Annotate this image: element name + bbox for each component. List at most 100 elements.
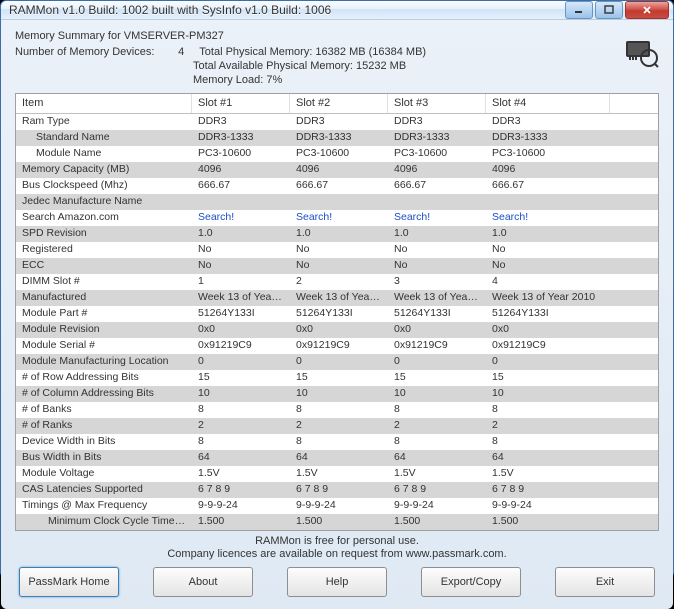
grid-body[interactable]: Ram TypeDDR3DDR3DDR3DDR3Standard NameDDR… — [16, 114, 658, 530]
export-copy-button[interactable]: Export/Copy — [421, 567, 521, 597]
row-value: 4096 — [290, 162, 388, 178]
total-physical: Total Physical Memory: 16382 MB (16384 M… — [199, 46, 426, 58]
minimize-button[interactable] — [565, 1, 593, 19]
row-value: No — [486, 242, 610, 258]
titlebar[interactable]: RAMMon v1.0 Build: 1002 built with SysIn… — [1, 1, 673, 20]
row-label: Jedec Manufacture Name — [16, 194, 192, 210]
table-row[interactable]: Module Serial #0x91219C90x91219C90x91219… — [16, 338, 658, 354]
row-value: No — [290, 242, 388, 258]
row-value: 0 — [486, 354, 610, 370]
row-value: DDR3-1333 — [192, 130, 290, 146]
table-row[interactable]: Jedec Manufacture Name — [16, 194, 658, 210]
row-value: 1.500 — [192, 514, 290, 530]
row-value: 1.0 — [486, 226, 610, 242]
row-label: Device Width in Bits — [16, 434, 192, 450]
search-link[interactable]: Search! — [290, 210, 388, 226]
search-link[interactable]: Search! — [192, 210, 290, 226]
row-value: 8 — [486, 402, 610, 418]
passmark-home-button[interactable]: PassMark Home — [19, 567, 119, 597]
close-button[interactable] — [625, 1, 669, 19]
row-value: 9-9-9-24 — [388, 498, 486, 514]
row-label: Bus Width in Bits — [16, 450, 192, 466]
table-row[interactable]: Search Amazon.comSearch!Search!Search!Se… — [16, 210, 658, 226]
table-row[interactable]: Module Revision0x00x00x00x0 — [16, 322, 658, 338]
table-row[interactable]: CAS Latencies Supported6 7 8 96 7 8 96 7… — [16, 482, 658, 498]
help-button[interactable]: Help — [287, 567, 387, 597]
row-value: 0x0 — [290, 322, 388, 338]
row-value: 64 — [290, 450, 388, 466]
table-row[interactable]: RegisteredNoNoNoNo — [16, 242, 658, 258]
table-row[interactable]: DIMM Slot #1234 — [16, 274, 658, 290]
row-value: 1.5V — [388, 466, 486, 482]
row-value: DDR3 — [486, 114, 610, 130]
row-value: 4 — [486, 274, 610, 290]
row-value: 6 7 8 9 — [192, 482, 290, 498]
row-value: 10 — [486, 386, 610, 402]
row-value: 15 — [486, 370, 610, 386]
data-grid: Item Slot #1 Slot #2 Slot #3 Slot #4 Ram… — [15, 93, 659, 531]
table-row[interactable]: Module Voltage1.5V1.5V1.5V1.5V — [16, 466, 658, 482]
row-value: DDR3 — [290, 114, 388, 130]
table-row[interactable]: Ram TypeDDR3DDR3DDR3DDR3 — [16, 114, 658, 130]
about-button[interactable]: About — [153, 567, 253, 597]
col-slot1[interactable]: Slot #1 — [192, 94, 290, 113]
table-row[interactable]: # of Column Addressing Bits10101010 — [16, 386, 658, 402]
row-value: No — [192, 242, 290, 258]
row-label: # of Banks — [16, 402, 192, 418]
row-value: PC3-10600 — [290, 146, 388, 162]
row-value — [388, 194, 486, 210]
col-slot3[interactable]: Slot #3 — [388, 94, 486, 113]
row-value: 8 — [290, 434, 388, 450]
row-value: PC3-10600 — [388, 146, 486, 162]
table-row[interactable]: Timings @ Max Frequency9-9-9-249-9-9-249… — [16, 498, 658, 514]
col-slot4[interactable]: Slot #4 — [486, 94, 610, 113]
row-value: No — [192, 258, 290, 274]
row-value: 15 — [388, 370, 486, 386]
maximize-button[interactable] — [595, 1, 623, 19]
row-value: 2 — [388, 418, 486, 434]
table-row[interactable]: Module Part #51264Y133I51264Y133I51264Y1… — [16, 306, 658, 322]
row-value: 0 — [388, 354, 486, 370]
row-value: 51264Y133I — [290, 306, 388, 322]
devices-value: 4 — [178, 46, 184, 58]
table-row[interactable]: Memory Capacity (MB)4096409640964096 — [16, 162, 658, 178]
table-row[interactable]: Bus Clockspeed (Mhz)666.67666.67666.6766… — [16, 178, 658, 194]
table-row[interactable]: ECCNoNoNoNo — [16, 258, 658, 274]
table-row[interactable]: Device Width in Bits8888 — [16, 434, 658, 450]
row-label: Module Manufacturing Location — [16, 354, 192, 370]
row-label: # of Ranks — [16, 418, 192, 434]
table-row[interactable]: Module Manufacturing Location0000 — [16, 354, 658, 370]
table-row[interactable]: Module NamePC3-10600PC3-10600PC3-10600PC… — [16, 146, 658, 162]
row-label: Module Name — [16, 146, 192, 162]
row-value: 666.67 — [192, 178, 290, 194]
row-value: 8 — [388, 402, 486, 418]
col-item[interactable]: Item — [16, 94, 192, 113]
search-link[interactable]: Search! — [486, 210, 610, 226]
row-value: 1.0 — [192, 226, 290, 242]
table-row[interactable]: # of Row Addressing Bits15151515 — [16, 370, 658, 386]
table-row[interactable]: Minimum Clock Cycle Time, tCK (ns)1.5001… — [16, 514, 658, 530]
content-area: Memory Summary for VMSERVER-PM327 Number… — [1, 20, 673, 609]
table-row[interactable]: SPD Revision1.01.01.01.0 — [16, 226, 658, 242]
row-value — [192, 194, 290, 210]
row-value: 64 — [192, 450, 290, 466]
table-row[interactable]: ManufacturedWeek 13 of Year 2010Week 13 … — [16, 290, 658, 306]
table-row[interactable]: Standard NameDDR3-1333DDR3-1333DDR3-1333… — [16, 130, 658, 146]
row-value: 0x91219C9 — [486, 338, 610, 354]
table-row[interactable]: # of Banks8888 — [16, 402, 658, 418]
row-value: 1.500 — [486, 514, 610, 530]
grid-header: Item Slot #1 Slot #2 Slot #3 Slot #4 — [16, 94, 658, 114]
row-value: DDR3-1333 — [486, 130, 610, 146]
row-label: Registered — [16, 242, 192, 258]
table-row[interactable]: Bus Width in Bits64646464 — [16, 450, 658, 466]
exit-button[interactable]: Exit — [555, 567, 655, 597]
col-slot2[interactable]: Slot #2 — [290, 94, 388, 113]
search-link[interactable]: Search! — [388, 210, 486, 226]
row-value: 666.67 — [388, 178, 486, 194]
table-row[interactable]: # of Ranks2222 — [16, 418, 658, 434]
row-value: No — [388, 242, 486, 258]
row-label: Manufactured — [16, 290, 192, 306]
row-value: 9-9-9-24 — [192, 498, 290, 514]
row-value: 1.5V — [486, 466, 610, 482]
row-value: 15 — [192, 370, 290, 386]
